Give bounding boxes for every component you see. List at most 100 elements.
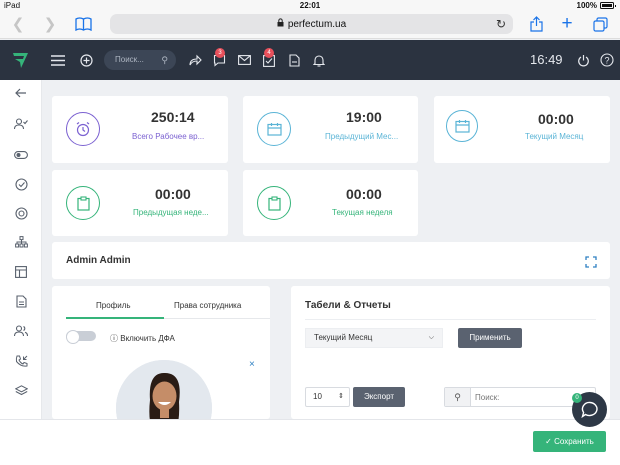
toggle-icon[interactable] <box>14 148 28 162</box>
search-icon: ⚲ <box>445 388 471 406</box>
stat-label: Текущий Месяц <box>525 132 584 141</box>
layout-icon[interactable] <box>14 265 28 279</box>
two-factor-label: Включить ДФА <box>120 334 175 343</box>
check-icon: ✓ <box>545 437 552 446</box>
stat-icon-circle <box>66 112 100 146</box>
url-bar[interactable]: perfectum.ua ↻ <box>110 14 513 34</box>
search-placeholder: Поиск... <box>115 55 144 64</box>
clipboard-icon <box>267 195 281 211</box>
bookmarks-icon[interactable] <box>73 14 93 34</box>
page-size-value: 10 <box>313 392 322 401</box>
help-icon[interactable]: ? <box>599 52 615 68</box>
url-text: perfectum.ua <box>287 18 347 30</box>
fullscreen-icon[interactable] <box>585 255 597 268</box>
user-check-icon[interactable] <box>14 117 28 131</box>
stat-label: Текущая неделя <box>332 208 393 217</box>
chat-badge: 3 <box>215 48 225 58</box>
browser-toolbar: ❮ ❯ perfectum.ua ↻ + <box>0 10 620 39</box>
save-label: Сохранить <box>554 437 594 446</box>
org-chart-icon[interactable] <box>14 235 28 249</box>
two-factor-toggle[interactable] <box>66 330 96 344</box>
tasks-badge: 4 <box>264 48 274 58</box>
stat-card-total-work-time: 250:14 Всего Рабочее вр... <box>52 96 228 163</box>
export-button[interactable]: Экспорт <box>353 387 405 407</box>
stat-icon-circle <box>66 186 100 220</box>
mail-icon[interactable] <box>236 52 252 68</box>
stat-card-current-week: 00:00 Текущая неделя <box>243 170 418 236</box>
clipboard-icon <box>76 195 90 211</box>
header-search-input[interactable]: Поиск... ⚲ <box>104 50 176 70</box>
lock-icon <box>277 18 284 30</box>
lifebuoy-icon[interactable] <box>14 206 28 220</box>
menu-icon[interactable] <box>50 52 66 68</box>
svg-text:?: ? <box>604 55 609 65</box>
add-icon[interactable] <box>78 52 94 68</box>
reload-icon[interactable]: ↻ <box>496 17 506 31</box>
calendar-icon <box>266 123 282 136</box>
arrow-left-icon[interactable] <box>14 86 28 100</box>
stat-card-previous-week: 00:00 Предыдущая неде... <box>52 170 228 236</box>
tabs-icon[interactable] <box>591 14 609 34</box>
calendar-icon <box>454 120 470 133</box>
period-value: Текущий Месяц <box>314 333 373 342</box>
reports-panel: Табели & Отчеты Текущий Месяц ⌵ Применит… <box>291 286 610 419</box>
save-button[interactable]: ✓ Сохранить <box>533 431 606 452</box>
reports-divider <box>305 319 596 320</box>
stat-value: 00:00 <box>155 186 191 202</box>
chat-widget-badge: 0 <box>572 393 582 403</box>
power-icon[interactable] <box>575 52 591 68</box>
chat-bubble-icon <box>580 401 598 418</box>
stat-card-previous-month: 19:00 Предыдущий Мес... <box>243 96 418 163</box>
apply-button[interactable]: Применить <box>458 328 522 348</box>
stat-icon-circle <box>446 110 478 142</box>
profile-panel: Профиль Права сотрудника ⓘ Включить ДФА … <box>52 286 270 456</box>
stat-value: 250:14 <box>151 109 195 125</box>
stat-card-current-month: 00:00 Текущий Месяц <box>434 96 610 163</box>
share-forward-icon[interactable] <box>187 52 203 68</box>
tab-active-indicator <box>66 317 164 319</box>
stat-value: 00:00 <box>346 186 382 202</box>
battery-status: 100% <box>576 1 616 10</box>
stat-icon-circle <box>257 186 291 220</box>
users-icon[interactable] <box>14 324 28 338</box>
stat-icon-circle <box>257 112 291 146</box>
stat-value: 00:00 <box>538 111 574 127</box>
check-circle-icon[interactable] <box>14 177 28 191</box>
battery-percent: 100% <box>576 1 597 10</box>
spinner-arrows-icon: ⇕ <box>338 393 344 400</box>
reports-title: Табели & Отчеты <box>305 300 391 311</box>
alarm-clock-icon <box>76 122 90 137</box>
share-icon[interactable] <box>527 14 545 34</box>
new-tab-icon[interactable]: + <box>558 13 576 34</box>
user-name-bar: Admin Admin <box>52 242 610 279</box>
stat-value: 19:00 <box>346 109 382 125</box>
page-size-select[interactable]: 10 ⇕ <box>305 387 350 407</box>
bell-icon[interactable] <box>311 52 327 68</box>
ios-status-bar: iPad 22:01 100% <box>0 0 620 10</box>
close-icon[interactable]: × <box>249 359 255 370</box>
app-header: Поиск... ⚲ 3 4 16:49 ? <box>0 40 620 80</box>
user-name: Admin Admin <box>66 255 131 266</box>
layers-icon[interactable] <box>14 384 28 398</box>
stat-label: Всего Рабочее вр... <box>132 132 205 141</box>
info-icon: ⓘ <box>110 334 118 343</box>
tab-employee-rights[interactable]: Права сотрудника <box>174 301 241 310</box>
sidebar <box>0 80 42 419</box>
header-clock: 16:49 <box>530 52 563 67</box>
phone-incoming-icon[interactable] <box>14 354 28 368</box>
reports-search-input[interactable] <box>475 390 585 404</box>
perfectum-logo-icon[interactable] <box>12 51 30 69</box>
battery-icon <box>600 2 616 9</box>
two-factor-label-wrap: ⓘ Включить ДФА <box>110 333 175 344</box>
file-text-icon[interactable] <box>14 294 28 308</box>
stat-label: Предыдущая неде... <box>133 208 209 217</box>
forward-icon[interactable]: ❯ <box>42 14 58 34</box>
chevron-down-icon: ⌵ <box>428 334 434 341</box>
back-icon[interactable]: ❮ <box>10 14 26 34</box>
bottom-action-bar: ✓ Сохранить <box>0 419 620 465</box>
period-select[interactable]: Текущий Месяц ⌵ <box>305 328 443 348</box>
tab-profile[interactable]: Профиль <box>96 301 131 310</box>
document-icon[interactable] <box>286 52 302 68</box>
system-time: 22:01 <box>299 1 321 10</box>
search-icon: ⚲ <box>161 55 168 65</box>
